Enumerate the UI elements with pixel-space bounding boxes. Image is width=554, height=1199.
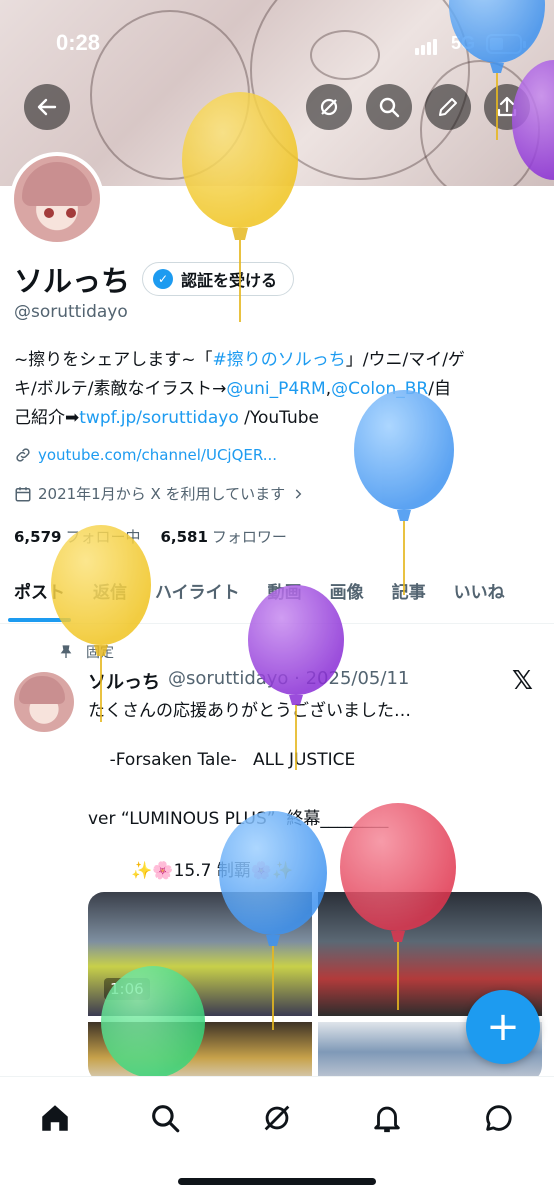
tab-highlights[interactable]: ハイライト [141,560,254,620]
pin-icon [60,645,72,658]
search-icon [379,97,400,118]
profile-bio: ~擦りをシェアします~「#擦りのソルっち」/ウニ/マイ/ゲ キ/ボルテ/素敵なイ… [14,346,542,433]
avatar-eye [66,208,76,218]
tab-images[interactable]: 画像 [316,560,378,620]
nav-home[interactable] [30,1093,80,1143]
bio-text: /自 [428,379,451,399]
tab-posts[interactable]: ポスト [0,560,79,622]
bell-icon [374,1106,400,1133]
home-indicator [178,1178,376,1185]
search-button[interactable] [366,84,412,130]
pinned-indicator: 固定 [58,642,114,662]
nav-notifications[interactable] [362,1093,412,1143]
pinned-label: 固定 [86,645,114,661]
bio-hashtag-link[interactable]: #擦りのソルっち [213,350,346,370]
profile-joined[interactable]: 2021年1月から X を利用しています [14,483,305,504]
following-label: フォロー中 [65,528,141,546]
share-icon [497,96,517,117]
network-type: 5G [451,33,476,53]
post-text-line: -Forsaken Tale- ALL JUSTICE [88,750,356,770]
verified-badge-icon: ✓ [153,269,173,289]
chat-bubble-icon [486,1105,512,1131]
calendar-icon [15,486,31,501]
nav-messages[interactable] [474,1093,524,1143]
nav-grok[interactable] [252,1093,302,1143]
get-verified-button[interactable]: ✓ 認証を受ける [142,262,295,296]
post-header: ソルっち @soruttidayo · 2025/05/11 [88,668,409,694]
status-time: 0:28 [56,30,101,55]
share-button[interactable] [484,84,530,130]
following-count: 6,579 [14,528,62,546]
followers-label: フォロワー [211,528,287,546]
profile-website[interactable]: youtube.com/channel/UCjQER... [14,446,277,464]
bio-text: 」/ウニ/マイ/ゲ [345,350,465,370]
grok-button[interactable] [306,84,352,130]
profile-name: ソルっち [14,264,131,298]
chevron-right-icon [295,488,302,499]
back-arrow-icon [37,98,57,116]
bio-mention-link[interactable]: @uni_P4RM [226,379,325,399]
cellular-signal-icon [415,36,439,55]
pencil-icon [439,98,457,116]
bio-text: ~擦りをシェアします~「 [14,350,213,370]
get-verified-label: 認証を受ける [181,271,278,290]
post-text-line: ver “LUMINOUS PLUS” 終幕________ [88,809,389,829]
follow-stats: 6,579 フォロー中 6,581 フォロワー [14,526,287,547]
back-button[interactable] [24,84,70,130]
website-link[interactable]: youtube.com/channel/UCjQER... [38,446,277,464]
profile-handle: @soruttidayo [14,302,128,322]
media-video[interactable]: 1:06 [88,892,312,1016]
grok-icon [320,98,338,116]
media-image[interactable] [88,1022,312,1082]
bio-mention-link[interactable]: @Colon_BR [331,379,428,399]
avatar-eye [44,208,54,218]
link-icon [16,448,30,462]
tab-videos[interactable]: 動画 [254,560,316,620]
post-text-line: たくさんの応援ありがとうございました… [88,701,411,721]
following-link[interactable]: 6,579 フォロー中 [14,526,140,547]
profile-tabs: ポスト 返信 ハイライト 動画 画像 記事 いいね [0,560,554,624]
avatar-hair [22,162,92,206]
profile-avatar[interactable] [10,152,104,246]
followers-link[interactable]: 6,581 フォロワー [160,526,286,547]
tab-replies[interactable]: 返信 [79,560,141,620]
home-icon [42,1105,68,1131]
post-author-name[interactable]: ソルっち [88,668,160,694]
joined-date: 2021年1月から X を利用しています [38,485,286,503]
bio-website-link[interactable]: twpf.jp/soruttidayo [79,408,239,428]
post-media-grid: 1:06 [88,892,542,1082]
tab-articles[interactable]: 記事 [378,560,440,620]
grok-icon [264,1105,290,1131]
video-duration: 1:06 [104,978,150,1000]
post-meta: @soruttidayo · 2025/05/11 [168,668,410,689]
battery-icon [486,34,526,54]
tab-likes[interactable]: いいね [440,560,519,620]
bio-text: /YouTube [238,408,320,428]
edit-button[interactable] [425,84,471,130]
status-bar: 0:28 5G [0,0,554,90]
search-icon [152,1105,180,1133]
post-text-line: ✨🌸15.7 制覇🌸✨ [88,861,294,881]
bio-text: 己紹介➡ [14,408,80,428]
compose-post-button[interactable]: + [466,990,540,1064]
bio-text: キ/ボルテ/素敵なイラスト→ [14,379,227,399]
avatar-hair [19,676,65,704]
nav-search[interactable] [140,1093,190,1143]
x-logo-icon[interactable]: 𝕏 [512,666,533,696]
followers-count: 6,581 [160,528,208,546]
post-avatar[interactable] [14,672,74,732]
